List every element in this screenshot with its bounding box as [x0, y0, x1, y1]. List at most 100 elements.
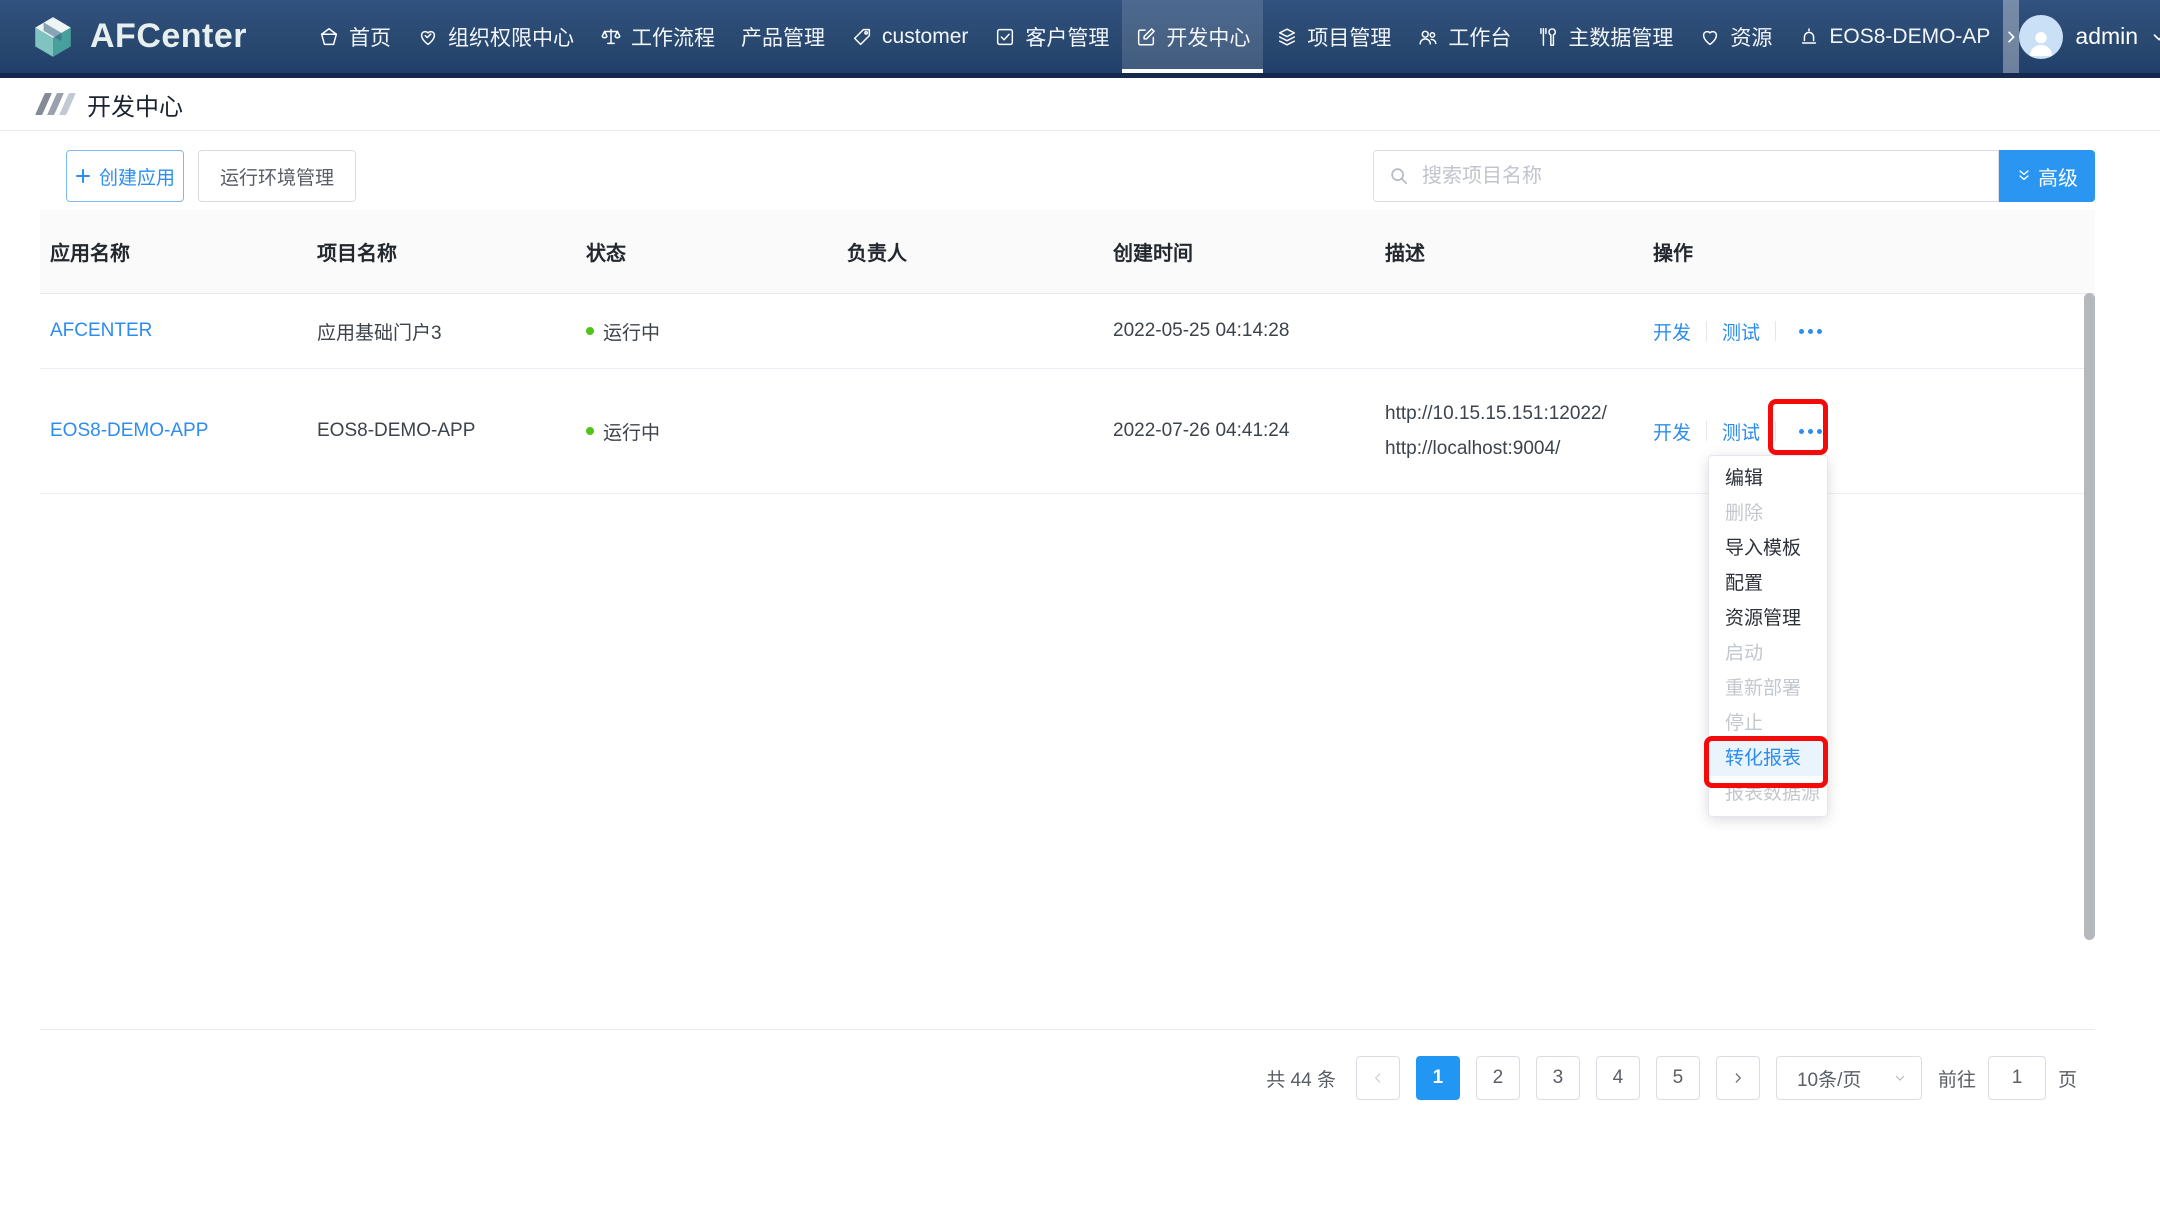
status-cell: 运行中 — [586, 418, 847, 445]
nav-item-label: 开发中心 — [1166, 22, 1250, 52]
workflow-icon — [600, 26, 622, 48]
app-name-link[interactable]: AFCENTER — [50, 320, 152, 341]
goto-page-group: 前往 页 — [1938, 1056, 2077, 1100]
nav-item-org-permission[interactable]: 组织权限中心 — [404, 0, 587, 73]
action-separator — [1706, 321, 1707, 341]
create-app-button[interactable]: 创建应用 — [66, 150, 184, 202]
app-name-link[interactable]: EOS8-DEMO-APP — [50, 420, 208, 441]
menu-item-conversion-report[interactable]: 转化报表 — [1709, 741, 1827, 776]
menu-item-stop: 停止 — [1709, 706, 1827, 741]
status-text: 运行中 — [603, 318, 660, 345]
breadcrumb-slashes-icon — [40, 93, 71, 115]
double-chevron-down-icon — [2016, 168, 2032, 184]
menu-item-configure[interactable]: 配置 — [1709, 566, 1827, 601]
nav-item-label: 组织权限中心 — [448, 22, 574, 52]
nav-item-dev-center[interactable]: 开发中心 — [1122, 0, 1263, 73]
menu-item-start: 启动 — [1709, 636, 1827, 671]
col-header-desc: 描述 — [1385, 237, 1653, 266]
menu-item-report-datasource: 报表数据源 — [1709, 776, 1827, 811]
avatar — [2019, 15, 2063, 59]
col-header-app-name: 应用名称 — [40, 237, 317, 266]
chevron-right-icon — [2003, 29, 2019, 45]
advanced-label: 高级 — [2038, 162, 2078, 191]
nav-item-label: customer — [882, 25, 968, 49]
heart-icon — [1699, 26, 1721, 48]
menu-item-delete: 删除 — [1709, 496, 1827, 531]
nav-item-label: 主数据管理 — [1568, 22, 1673, 52]
dev-action-link[interactable]: 开发 — [1653, 318, 1691, 345]
actions-cell: 开发 测试 — [1653, 418, 2095, 445]
desc-cell: http://10.15.15.151:12022/ http://localh… — [1385, 396, 1610, 466]
goto-page-input[interactable] — [1988, 1056, 2046, 1100]
main-nav: 首页 组织权限中心 工作流程 产品管理 customer 客户管理 — [305, 0, 2003, 73]
breadcrumb: 开发中心 — [0, 78, 2160, 131]
col-header-owner: 负责人 — [847, 237, 1113, 266]
status-dot — [586, 427, 594, 435]
nav-item-home[interactable]: 首页 — [305, 0, 404, 73]
user-name: admin — [2075, 23, 2138, 50]
tag-icon — [851, 26, 873, 48]
page-button-3[interactable]: 3 — [1536, 1056, 1580, 1100]
col-header-actions: 操作 — [1653, 237, 2095, 266]
home-icon — [318, 26, 340, 48]
page-button-2[interactable]: 2 — [1476, 1056, 1520, 1100]
page-button-1[interactable]: 1 — [1416, 1056, 1460, 1100]
status-text: 运行中 — [603, 418, 660, 445]
customer-check-icon — [994, 26, 1016, 48]
nav-item-label: EOS8-DEMO-AP — [1829, 25, 1990, 49]
env-mgmt-button[interactable]: 运行环境管理 — [198, 150, 356, 202]
page-button-5[interactable]: 5 — [1656, 1056, 1700, 1100]
nav-item-workbench[interactable]: 工作台 — [1404, 0, 1524, 73]
edit-square-icon — [1135, 26, 1157, 48]
nav-item-master-data[interactable]: 主数据管理 — [1524, 0, 1686, 73]
nav-item-product-mgmt[interactable]: 产品管理 — [728, 0, 838, 73]
nav-item-customer-mgmt[interactable]: 客户管理 — [981, 0, 1122, 73]
brand-title: AFCenter — [90, 17, 247, 56]
page-size-value: 10条/页 — [1797, 1065, 1861, 1092]
col-header-status: 状态 — [586, 237, 847, 266]
more-actions-icon[interactable] — [1791, 423, 1830, 440]
nav-item-label: 资源 — [1730, 22, 1772, 52]
nav-item-label: 工作台 — [1448, 22, 1511, 52]
created-cell: 2022-05-25 04:14:28 — [1113, 320, 1385, 342]
workbench-icon — [1417, 26, 1439, 48]
page-size-select[interactable]: 10条/页 — [1776, 1056, 1922, 1100]
next-page-button[interactable] — [1716, 1056, 1760, 1100]
menu-item-edit[interactable]: 编辑 — [1709, 461, 1827, 496]
nav-item-customer[interactable]: customer — [838, 0, 981, 73]
nav-scroll-right-button[interactable] — [2003, 0, 2019, 73]
afcenter-app: AFCenter 首页 组织权限中心 工作流程 产品管理 customer — [0, 0, 2160, 1226]
user-menu[interactable]: admin — [2019, 0, 2160, 73]
row-actions-menu: 编辑 删除 导入模板 配置 资源管理 启动 重新部署 停止 转化报表 报表数据源 — [1708, 455, 1828, 817]
org-permission-icon — [417, 26, 439, 48]
brand[interactable]: AFCenter — [0, 0, 247, 73]
vertical-scrollbar[interactable] — [2084, 293, 2095, 940]
search-group: 高级 — [1373, 150, 2095, 202]
chevron-left-icon — [1371, 1071, 1385, 1085]
test-action-link[interactable]: 测试 — [1722, 318, 1760, 345]
menu-item-import-template[interactable]: 导入模板 — [1709, 531, 1827, 566]
menu-item-resource-mgmt[interactable]: 资源管理 — [1709, 601, 1827, 636]
page-unit-label: 页 — [2058, 1065, 2077, 1092]
nav-item-workflow[interactable]: 工作流程 — [587, 0, 728, 73]
table-header-row: 应用名称 项目名称 状态 负责人 创建时间 描述 操作 — [40, 210, 2095, 294]
nav-item-label: 首页 — [349, 22, 391, 52]
prev-page-button[interactable] — [1356, 1056, 1400, 1100]
advanced-search-button[interactable]: 高级 — [1999, 150, 2095, 202]
status-dot — [586, 327, 594, 335]
action-separator — [1706, 421, 1707, 441]
nav-item-resource[interactable]: 资源 — [1686, 0, 1785, 73]
search-input[interactable] — [1420, 164, 1984, 189]
nav-item-project-mgmt[interactable]: 项目管理 — [1263, 0, 1404, 73]
test-action-link[interactable]: 测试 — [1722, 418, 1760, 445]
chevron-right-icon — [1731, 1071, 1745, 1085]
project-name-cell: EOS8-DEMO-APP — [317, 420, 586, 442]
more-actions-icon[interactable] — [1791, 323, 1830, 340]
page-button-4[interactable]: 4 — [1596, 1056, 1640, 1100]
toolbar: 创建应用 运行环境管理 高级 — [40, 150, 2095, 202]
nav-item-eos8-demo-app[interactable]: EOS8-DEMO-AP — [1785, 0, 2003, 73]
nav-item-label: 客户管理 — [1025, 22, 1109, 52]
master-data-icon — [1537, 26, 1559, 48]
pagination-total: 共 44 条 — [1266, 1065, 1336, 1092]
dev-action-link[interactable]: 开发 — [1653, 418, 1691, 445]
